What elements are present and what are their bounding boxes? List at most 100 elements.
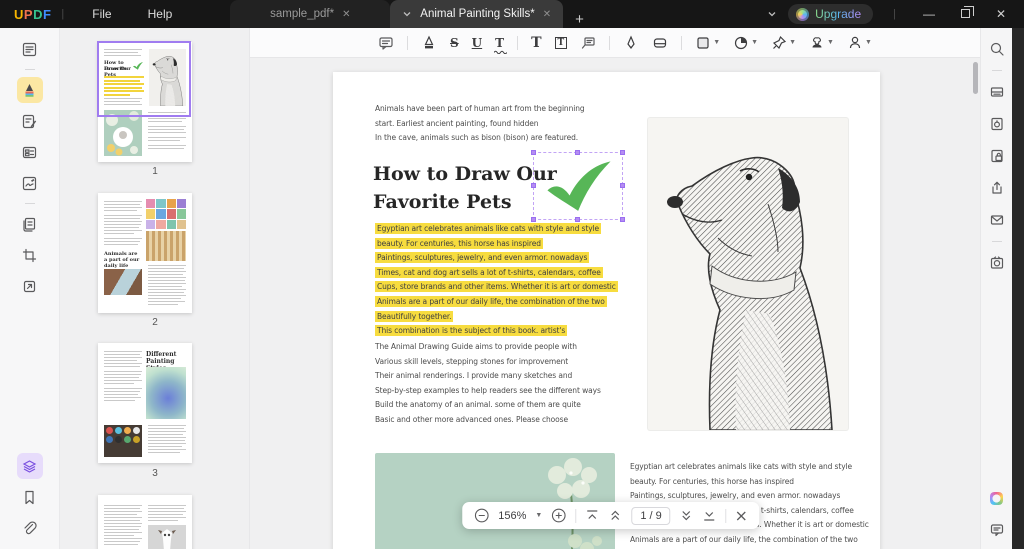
strikethrough-tool-button[interactable]: S [450, 36, 459, 50]
tab-close-icon[interactable]: ✕ [342, 9, 350, 20]
note-tool-button[interactable] [378, 35, 394, 51]
sidebar-item-sign[interactable] [17, 170, 43, 196]
resize-handle[interactable] [620, 150, 625, 155]
pdf-page-1: Animals have been part of human art from… [333, 72, 880, 549]
zoom-level-value[interactable]: 156% [498, 510, 526, 522]
sidebar-item-organize-pages[interactable] [17, 211, 43, 237]
caret-down-icon[interactable]: ▼ [535, 512, 542, 519]
restore-icon [961, 9, 970, 18]
vertical-scrollbar[interactable] [973, 62, 978, 94]
zoom-out-button[interactable] [474, 508, 489, 523]
checkmark-sticker[interactable] [540, 158, 618, 216]
mini-text-line [148, 118, 186, 119]
shape-fill-tool-button[interactable]: ▼ [733, 35, 758, 51]
zoom-in-button[interactable] [551, 508, 566, 523]
doc-text-line: Step-by-step examples to help readers se… [375, 384, 601, 399]
highlighted-line: Egyptian art celebrates animals like cat… [375, 222, 618, 237]
feedback-bubble-icon [989, 522, 1005, 538]
checkmark-sticker-selection[interactable] [533, 152, 623, 220]
sidebar-item-protect[interactable] [984, 143, 1010, 169]
text-box-tool-button[interactable]: T [555, 37, 568, 49]
sidebar-item-comment[interactable] [17, 77, 43, 103]
tab-animal-painting-skills[interactable]: Animal Painting Skills* ✕ [390, 0, 563, 28]
right-sidebar [980, 28, 1012, 549]
sidebar-item-compress[interactable] [984, 111, 1010, 137]
last-page-button[interactable] [703, 509, 717, 522]
shape-square-tool-button[interactable]: ▼ [695, 35, 720, 51]
previous-page-button[interactable] [608, 509, 622, 522]
upgrade-button[interactable]: Upgrade [788, 4, 873, 24]
page-number-input[interactable]: 1 / 9 [631, 507, 670, 525]
resize-handle[interactable] [575, 150, 580, 155]
menu-help[interactable]: Help [130, 0, 191, 28]
close-toolbar-button[interactable] [736, 510, 748, 522]
chevron-down-icon[interactable] [402, 9, 412, 19]
close-button[interactable]: ✕ [988, 7, 1014, 21]
callout-tool-button[interactable] [580, 35, 596, 51]
thumbnail-page-4[interactable] [98, 495, 192, 549]
resize-handle[interactable] [620, 217, 625, 222]
next-page-button[interactable] [680, 509, 694, 522]
paragraph-top: Animals have been part of human art from… [375, 102, 585, 146]
menu-file[interactable]: File [74, 0, 129, 28]
chevron-down-icon[interactable] [766, 8, 778, 20]
restore-button[interactable] [952, 7, 978, 21]
sidebar-item-share[interactable] [984, 175, 1010, 201]
sidebar-item-ai-assistant[interactable] [17, 453, 43, 479]
thumbnail-page-2[interactable]: Animals are a part of our daily life [98, 193, 192, 313]
pencil-tool-button[interactable] [623, 35, 639, 51]
left-sidebar [0, 28, 60, 549]
edit-pdf-icon [21, 113, 38, 130]
sidebar-item-edit-pdf[interactable] [17, 108, 43, 134]
sidebar-item-attachment[interactable] [17, 515, 43, 541]
text-comment-tool-button[interactable]: T [531, 35, 541, 51]
sidebar-item-snapshot[interactable] [984, 250, 1010, 276]
eraser-tool-button[interactable] [652, 35, 668, 51]
first-page-button[interactable] [585, 509, 599, 522]
sidebar-item-ai[interactable] [984, 485, 1010, 511]
sidebar-item-reader[interactable] [17, 36, 43, 62]
mini-brushes-image [146, 231, 186, 261]
snapshot-icon [989, 255, 1005, 271]
highlighted-line: Paintings, sculptures, jewelry, and even… [375, 251, 618, 266]
thumbnail-page-3[interactable]: Different Painting Styles [98, 343, 192, 463]
thumbnail-page-1[interactable]: How to Draw Our Favorite Pets [98, 42, 192, 162]
mini-text-line [148, 137, 186, 138]
mini-watercolor-image [146, 367, 186, 419]
resize-handle[interactable] [531, 150, 536, 155]
gem-icon [796, 8, 809, 21]
sidebar-item-export[interactable] [17, 273, 43, 299]
new-tab-button[interactable]: + [563, 11, 596, 28]
bookmark-icon [21, 489, 38, 506]
highlighter-tool-button[interactable] [421, 35, 437, 51]
caret-down-icon: ▼ [827, 39, 834, 46]
sidebar-item-crop[interactable] [17, 242, 43, 268]
signature-tool-button[interactable]: ▼ [847, 35, 872, 51]
resize-handle[interactable] [620, 183, 625, 188]
minimize-button[interactable]: — [916, 7, 942, 21]
sidebar-item-email[interactable] [984, 207, 1010, 233]
sidebar-item-bookmark[interactable] [17, 484, 43, 510]
sidebar-item-ocr[interactable] [984, 79, 1010, 105]
stamp-tool-button[interactable]: ▼ [809, 35, 834, 51]
squiggly-underline-tool-button[interactable]: T [495, 36, 504, 50]
logo-letter: D [33, 7, 43, 22]
tab-sample-pdf[interactable]: sample_pdf* ✕ [230, 0, 390, 28]
doc-text-line: In the cave, animals such as bison (biso… [375, 131, 585, 146]
highlighted-line: Beautifully together. [375, 310, 618, 325]
page-title: How to Draw Our Favorite Pets [373, 160, 557, 216]
sidebar-divider [992, 241, 1002, 242]
tab-close-icon[interactable]: ✕ [543, 9, 551, 20]
resize-handle[interactable] [531, 183, 536, 188]
sidebar-item-search[interactable] [984, 36, 1010, 62]
underline-tool-button[interactable]: U [472, 36, 482, 50]
thumbnail-viewport-rect[interactable] [97, 41, 191, 117]
ocr-icon [989, 84, 1005, 100]
layers-icon [21, 458, 38, 475]
sticker-pin-tool-button[interactable]: ▼ [771, 35, 796, 51]
sidebar-item-feedback[interactable] [984, 517, 1010, 543]
mini-text-line [148, 121, 182, 122]
document-viewport[interactable]: Animals have been part of human art from… [250, 58, 980, 549]
mini-text-line [148, 148, 184, 149]
sidebar-item-form[interactable] [17, 139, 43, 165]
